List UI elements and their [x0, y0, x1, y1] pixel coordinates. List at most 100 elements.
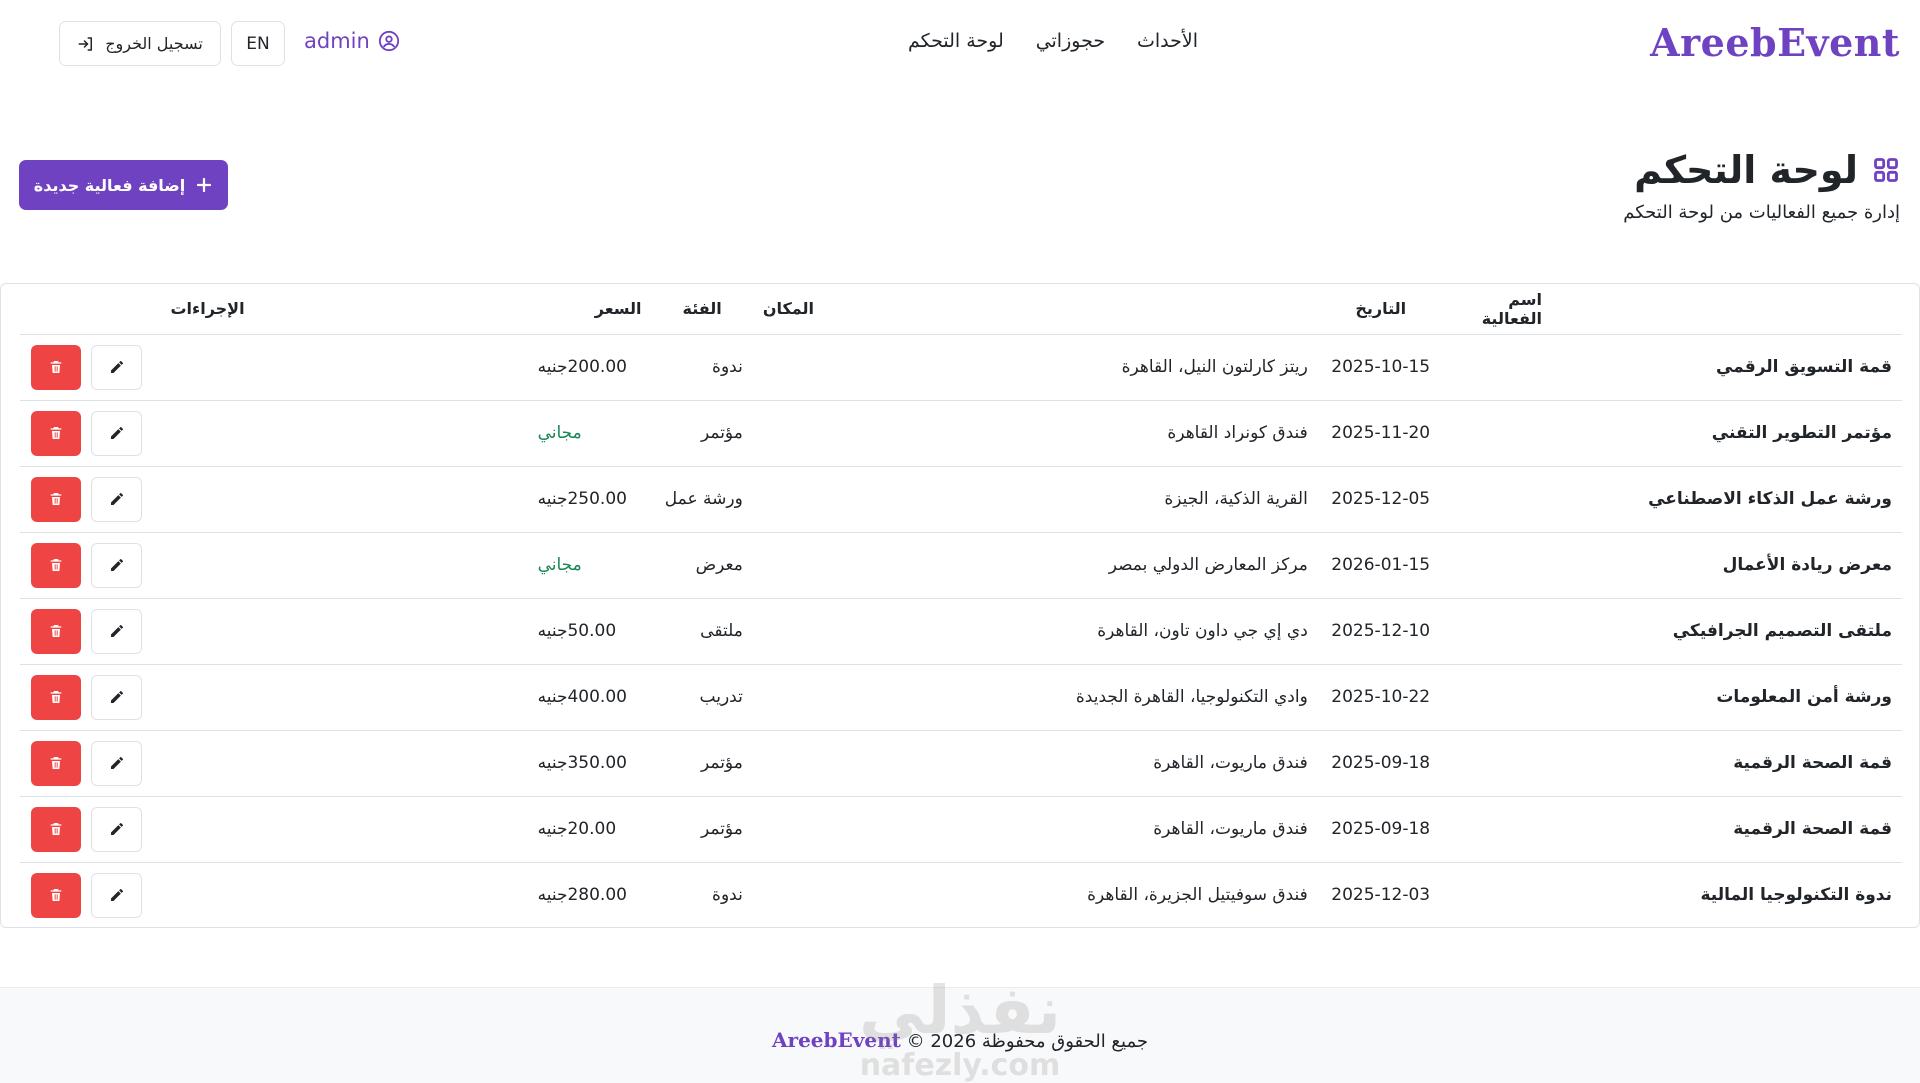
delete-button[interactable]	[31, 872, 81, 918]
event-name: ملتقى التصميم الجرافيكي	[1443, 598, 1902, 665]
edit-button[interactable]	[91, 740, 142, 786]
event-category: ورشة عمل	[651, 466, 753, 533]
delete-button[interactable]	[31, 608, 81, 654]
page-header: لوحة التحكم إدارة جميع الفعاليات من لوحة…	[1200, 148, 1900, 223]
language-toggle-button[interactable]: EN	[231, 21, 285, 66]
event-venue: وادي التكنولوجيا، القاهرة الجديدة	[752, 664, 1318, 731]
pencil-icon	[109, 491, 125, 507]
delete-button[interactable]	[31, 806, 81, 852]
event-price: مجاني	[254, 532, 652, 599]
pencil-icon	[109, 623, 125, 639]
event-price: 20.00جنيه	[254, 796, 652, 863]
delete-button[interactable]	[31, 410, 81, 456]
user-circle-icon	[378, 30, 399, 52]
user-name: admin	[304, 29, 370, 53]
title-row: لوحة التحكم	[1200, 148, 1900, 192]
event-venue: القرية الذكية، الجيزة	[752, 466, 1318, 533]
event-date: 2025-12-03	[1331, 885, 1431, 906]
column-header-venue: المكان	[752, 284, 1318, 335]
edit-button[interactable]	[91, 410, 142, 456]
delete-button[interactable]	[31, 476, 81, 522]
event-name: قمة الصحة الرقمية	[1443, 730, 1902, 797]
logout-icon	[78, 36, 93, 51]
action-buttons	[20, 674, 255, 720]
edit-button[interactable]	[91, 872, 142, 918]
plus-icon	[197, 177, 212, 193]
row-actions	[20, 664, 255, 731]
action-buttons	[20, 740, 255, 786]
nav-link-dashboard[interactable]: لوحة التحكم	[908, 30, 1004, 52]
table-row: ملتقى التصميم الجرافيكي 2025-12-10 دي إي ج…	[20, 598, 1902, 665]
event-category: معرض	[651, 532, 753, 599]
table-body: قمة التسويق الرقمي 2025-10-15 ريتز كارلتون…	[20, 334, 1902, 928]
add-event-button[interactable]: إضافة فعالية جديدة	[19, 160, 228, 210]
action-buttons	[20, 806, 255, 852]
table-row: ورشة أمن المعلومات 2025-10-22 وادي التكنول…	[20, 664, 1902, 731]
events-table: اسم الفعالية التاريخ المكان الفئة السعر …	[20, 284, 1902, 928]
edit-button[interactable]	[91, 344, 142, 390]
pencil-icon	[109, 425, 125, 441]
trash-icon	[48, 425, 64, 441]
event-price: 400.00جنيه	[254, 664, 652, 731]
event-name: قمة الصحة الرقمية	[1443, 796, 1902, 863]
footer-brand: AreebEvent	[772, 1028, 901, 1052]
table-row: ندوة التكنولوجيا المالية 2025-12-03 فندق س…	[20, 862, 1902, 928]
pencil-icon	[109, 821, 125, 837]
row-actions	[20, 796, 255, 863]
grid-icon	[1874, 158, 1898, 182]
event-name: مؤتمر التطوير التقني	[1443, 400, 1902, 467]
action-buttons	[20, 608, 255, 654]
event-name: قمة التسويق الرقمي	[1443, 334, 1902, 401]
action-buttons	[20, 344, 255, 390]
event-date: 2025-10-15	[1317, 334, 1444, 401]
delete-button[interactable]	[31, 740, 81, 786]
trash-icon	[48, 359, 64, 375]
pencil-icon	[109, 557, 125, 573]
action-buttons	[20, 476, 255, 522]
event-venue: مركز المعارض الدولي بمصر	[752, 532, 1318, 599]
delete-button[interactable]	[31, 542, 81, 588]
navbar: AreebEvent الأحداث حجوزاتي لوحة التحكم a…	[0, 0, 1920, 88]
edit-button[interactable]	[91, 674, 142, 720]
nav-link-events[interactable]: الأحداث	[1137, 30, 1198, 52]
row-actions	[20, 598, 255, 665]
event-name: ندوة التكنولوجيا المالية	[1700, 885, 1892, 906]
event-venue: فندق ماريوت، القاهرة	[752, 730, 1318, 797]
event-date: 2025-12-10	[1317, 598, 1444, 665]
event-category: ندوة	[651, 334, 753, 401]
trash-icon	[48, 887, 64, 903]
table-row: قمة الصحة الرقمية 2025-09-18 فندق ماريوت، …	[20, 730, 1902, 797]
brand-logo[interactable]: AreebEvent	[1650, 20, 1900, 65]
event-name: معرض ريادة الأعمال	[1443, 532, 1902, 599]
trash-icon	[48, 689, 64, 705]
edit-button[interactable]	[91, 608, 142, 654]
event-venue: فندق سوفيتيل الجزيرة، القاهرة	[1087, 885, 1308, 906]
edit-button[interactable]	[91, 806, 142, 852]
delete-button[interactable]	[31, 344, 81, 390]
table-header-row: اسم الفعالية التاريخ المكان الفئة السعر …	[20, 284, 1902, 335]
event-category: مؤتمر	[651, 796, 753, 863]
column-header-price: السعر	[254, 284, 652, 335]
event-price: 250.00جنيه	[254, 466, 652, 533]
event-name: ورشة أمن المعلومات	[1443, 664, 1902, 731]
column-header-date: التاريخ	[1317, 284, 1444, 335]
pencil-icon	[109, 887, 125, 903]
trash-icon	[48, 821, 64, 837]
action-buttons	[20, 872, 255, 918]
edit-button[interactable]	[91, 476, 142, 522]
trash-icon	[48, 623, 64, 639]
nav-link-my-bookings[interactable]: حجوزاتي	[1036, 30, 1105, 52]
edit-button[interactable]	[91, 542, 142, 588]
page-subtitle: إدارة جميع الفعاليات من لوحة التحكم	[1623, 202, 1900, 223]
pencil-icon	[109, 689, 125, 705]
event-venue: ريتز كارلتون النيل، القاهرة	[752, 334, 1318, 401]
user-menu[interactable]: admin	[304, 29, 400, 53]
table-row: معرض ريادة الأعمال 2026-01-15 مركز المعارض…	[20, 532, 1902, 599]
page-title: لوحة التحكم	[1634, 148, 1858, 192]
pencil-icon	[109, 359, 125, 375]
delete-button[interactable]	[31, 674, 81, 720]
event-category: ندوة	[712, 885, 743, 906]
row-actions	[20, 532, 255, 599]
logout-button[interactable]: تسجيل الخروج	[59, 21, 221, 66]
event-date: 2025-09-18	[1317, 730, 1444, 797]
